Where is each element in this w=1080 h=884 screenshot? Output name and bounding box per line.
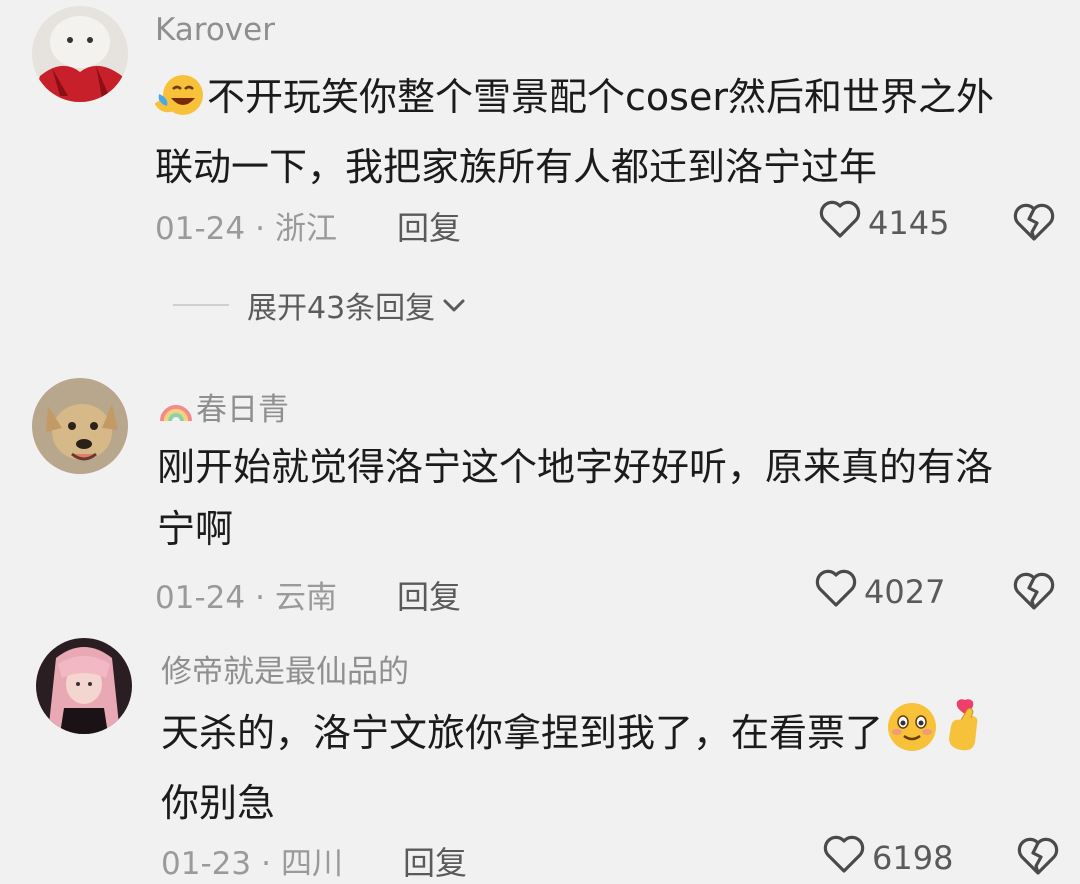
comment-location: 四川	[280, 846, 343, 882]
comment-text: 刚开始就觉得洛宁这个地字好好听，原来真的有洛 宁啊	[157, 436, 993, 560]
reply-button[interactable]: 回复	[397, 572, 461, 618]
comment-item: 修帝就是最仙品的 天杀的，洛宁文旅你拿捏到我了，在看票了 你别急 01-23 · 四…	[0, 630, 1080, 884]
reply-button[interactable]: 回复	[397, 203, 461, 249]
divider-line	[173, 304, 229, 306]
reply-button[interactable]: 回复	[403, 838, 467, 884]
comment-text-line1: 刚开始就觉得洛宁这个地字好好听，原来真的有洛	[157, 445, 994, 489]
separator-dot: ·	[255, 580, 265, 616]
expand-replies-button[interactable]: 展开43条回复	[173, 283, 467, 327]
expand-replies-label: 展开43条回复	[247, 291, 436, 326]
comment-date: 01-24	[155, 211, 246, 247]
avatar[interactable]	[36, 638, 132, 734]
broken-heart-icon	[1012, 203, 1056, 246]
comment-date: 01-24	[155, 580, 246, 616]
username[interactable]: 修帝就是最仙品的	[161, 646, 409, 691]
username-text: 春日青	[196, 392, 289, 428]
like-button[interactable]: 6198	[822, 834, 953, 882]
like-button[interactable]: 4027	[814, 568, 945, 616]
chevron-down-icon	[441, 288, 467, 323]
avatar[interactable]	[32, 6, 128, 102]
comment-meta: 01-23 · 四川	[161, 838, 343, 883]
dislike-button[interactable]	[1012, 571, 1056, 615]
comment-meta: 01-24 · 浙江	[155, 203, 337, 248]
broken-heart-icon	[1016, 837, 1060, 880]
comment-date: 01-23	[161, 846, 252, 882]
comment-text-line1: 不开玩笑你整个雪景配个coser然后和世界之外	[207, 75, 994, 119]
rainbow-icon	[158, 391, 194, 431]
broken-heart-icon	[1012, 572, 1056, 615]
like-count: 4145	[868, 204, 950, 242]
dislike-button[interactable]	[1016, 836, 1060, 880]
laughing-tears-emoji	[154, 72, 207, 136]
dislike-button[interactable]	[1012, 202, 1056, 246]
like-button[interactable]: 4145	[818, 199, 949, 247]
comment-location: 浙江	[274, 211, 337, 247]
username[interactable]: 春日青	[158, 384, 289, 431]
comment-text-line2: 你别急	[161, 781, 276, 825]
separator-dot: ·	[261, 846, 271, 882]
comment-meta: 01-24 · 云南	[155, 572, 337, 617]
comment-text: 不开玩笑你整个雪景配个coser然后和世界之外 联动一下，我把家族所有人都迁到洛…	[154, 66, 994, 198]
username[interactable]: Karover	[155, 12, 275, 48]
avatar[interactable]	[32, 378, 128, 474]
comment-item: Karover 不开玩笑你整个雪景配个coser然后和世界之外 联动一下，我把家…	[0, 0, 1080, 350]
comment-text-line2: 宁啊	[157, 507, 234, 551]
heart-icon	[822, 834, 866, 882]
comment-location: 云南	[274, 580, 337, 616]
comment-text-line1: 天杀的，洛宁文旅你拿捏到我了，在看票了	[161, 711, 884, 755]
like-count: 4027	[864, 573, 946, 611]
comment-item: 春日青 刚开始就觉得洛宁这个地字好好听，原来真的有洛 宁啊 01-24 · 云南 回…	[0, 370, 1080, 620]
comment-text: 天杀的，洛宁文旅你拿捏到我了，在看票了 你别急	[161, 696, 987, 834]
heart-icon	[818, 199, 862, 247]
heart-icon	[814, 568, 858, 616]
comment-text-line2: 联动一下，我把家族所有人都迁到洛宁过年	[155, 145, 878, 189]
like-count: 6198	[872, 839, 954, 877]
blush-smile-emoji	[883, 700, 941, 772]
finger-heart-emoji	[941, 696, 987, 772]
separator-dot: ·	[255, 211, 265, 247]
